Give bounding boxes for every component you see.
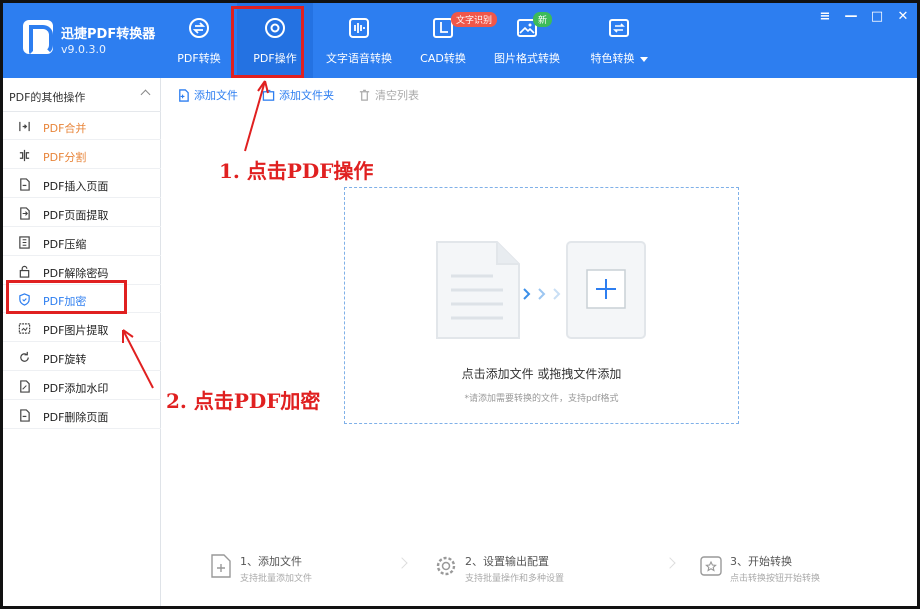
sidebar-item-split[interactable]: PDF分割 (3, 141, 161, 169)
sidebar-item-label: PDF图片提取 (43, 324, 109, 338)
add-file-button[interactable]: 添加文件 (177, 87, 238, 103)
sidebar-item-label: PDF删除页面 (43, 411, 109, 424)
arrows-icon (523, 288, 561, 300)
steps-guide: 1、添加文件 支持批量添加文件 2、设置输出配置 支持批量操作和多种设置 3、开… (208, 551, 848, 591)
sidebar-item-label: PDF分割 (43, 150, 87, 164)
chevron-right-icon (396, 557, 408, 569)
maximize-icon[interactable]: □ (869, 9, 885, 24)
add-folder-button[interactable]: 添加文件夹 (262, 87, 334, 103)
sidebar-item-watermark[interactable]: PDF添加水印 (3, 372, 161, 401)
nav-text-speech[interactable]: 文字语音转换 (313, 3, 405, 78)
feature-convert-icon (609, 19, 629, 37)
sidebar-item-label: PDF插入页面 (43, 179, 109, 193)
step-subtitle: 点击转换按钮开始转换 (730, 574, 821, 584)
watermark-icon (20, 380, 30, 393)
merge-icon (19, 121, 30, 132)
sidebar: PDF的其他操作 PDF合并 PDF分割 PDF插入页面 PDF页面提取 PDF压缩 PD… (3, 78, 161, 606)
dropzone-hint: *请添加需要转换的文件，支持pdf格式 (464, 394, 619, 404)
annotation-box-pdf-encrypt (6, 280, 127, 314)
chevron-up-icon (140, 89, 151, 100)
pdf-convert-icon (189, 18, 209, 38)
add-file-icon (211, 554, 231, 578)
sidebar-item-delete-page[interactable]: PDF删除页面 (3, 401, 161, 429)
nav-label: PDF转换 (177, 52, 221, 65)
sidebar-item-label: PDF页面提取 (43, 208, 109, 222)
image-extract-icon (18, 323, 31, 335)
nav-feature-convert[interactable]: 特色转换 (573, 3, 665, 78)
menu-icon[interactable]: ≡ (817, 9, 833, 24)
add-folder-label: 添加文件夹 (279, 89, 334, 102)
sidebar-item-compress[interactable]: PDF压缩 (3, 228, 161, 256)
sidebar-item-insert-page[interactable]: PDF插入页面 (3, 170, 161, 198)
nav-label: 特色转换 (573, 50, 665, 66)
nav-label-text: 特色转换 (590, 52, 635, 65)
add-file-icon (179, 88, 189, 102)
settings-gear-icon (436, 556, 456, 576)
sidebar-item-extract-page[interactable]: PDF页面提取 (3, 199, 161, 227)
sidebar-item-merge[interactable]: PDF合并 (3, 112, 161, 140)
nav-label: CAD转换 (420, 52, 466, 65)
document-icon (436, 241, 520, 339)
add-file-label: 添加文件 (194, 89, 238, 102)
audio-wave-icon (349, 18, 369, 38)
sidebar-header[interactable]: PDF的其他操作 (3, 78, 161, 112)
file-toolbar: 添加文件 添加文件夹 清空列表 (177, 87, 419, 103)
sidebar-item-rotate[interactable]: PDF旋转 (3, 343, 161, 372)
start-convert-icon (700, 556, 722, 576)
dropzone-title: 点击添加文件 或拖拽文件添加 (461, 367, 622, 381)
rotate-icon (20, 352, 29, 363)
sidebar-item-label: PDF旋转 (43, 353, 87, 367)
nav-pdf-convert[interactable]: PDF转换 (161, 3, 237, 78)
app-name: 迅捷PDF转换器 (61, 27, 156, 42)
extract-page-icon (20, 207, 30, 220)
delete-page-icon (20, 409, 30, 422)
unlock-icon (19, 265, 30, 278)
nav-label: 图片格式转换 (494, 52, 560, 65)
chevron-down-icon (639, 56, 648, 62)
step-title: 2、设置输出配置 (465, 555, 549, 568)
trash-icon (359, 89, 370, 101)
file-drop-zone[interactable]: 点击添加文件 或拖拽文件添加 *请添加需要转换的文件，支持pdf格式 (344, 187, 739, 424)
sidebar-item-label: PDF添加水印 (43, 382, 109, 396)
sidebar-item-image-extract[interactable]: PDF图片提取 (3, 314, 161, 343)
close-icon[interactable]: ✕ (895, 9, 911, 24)
split-icon (19, 149, 30, 161)
app-window: 迅捷PDF转换器 v9.0.3.0 PDF转换 PDF操作 文字语音转换 CAD… (0, 0, 920, 609)
sidebar-item-label: PDF合并 (43, 122, 87, 135)
annotation-box-pdf-operation (231, 6, 304, 78)
sidebar-item-label: PDF压缩 (43, 237, 87, 251)
add-document-icon (566, 241, 646, 339)
title-bar: 迅捷PDF转换器 v9.0.3.0 PDF转换 PDF操作 文字语音转换 CAD… (3, 3, 917, 78)
clear-list-label: 清空列表 (375, 89, 419, 102)
compress-icon (19, 235, 30, 249)
new-badge: 新 (533, 12, 553, 27)
ocr-badge: 文字识别 (451, 12, 498, 27)
chevron-right-icon (664, 557, 676, 569)
sidebar-item-label: PDF解除密码 (43, 266, 109, 280)
app-logo (23, 20, 53, 55)
insert-page-icon (20, 178, 30, 191)
sidebar-header-label: PDF的其他操作 (9, 91, 86, 104)
step-subtitle: 支持批量操作和多种设置 (465, 574, 565, 584)
step-title: 3、开始转换 (730, 555, 792, 568)
annotation-step1: 1. 点击PDF操作 (219, 159, 374, 183)
nav-label: 文字语音转换 (326, 52, 392, 65)
step-subtitle: 支持批量添加文件 (240, 574, 313, 584)
window-controls: ≡ — □ ✕ (817, 9, 911, 24)
step-title: 1、添加文件 (240, 555, 302, 568)
annotation-step2: 2. 点击PDF加密 (166, 389, 321, 413)
clear-list-button[interactable]: 清空列表 (358, 87, 419, 103)
app-version: v9.0.3.0 (61, 43, 106, 56)
add-folder-icon (262, 89, 275, 101)
minimize-icon[interactable]: — (843, 9, 859, 24)
